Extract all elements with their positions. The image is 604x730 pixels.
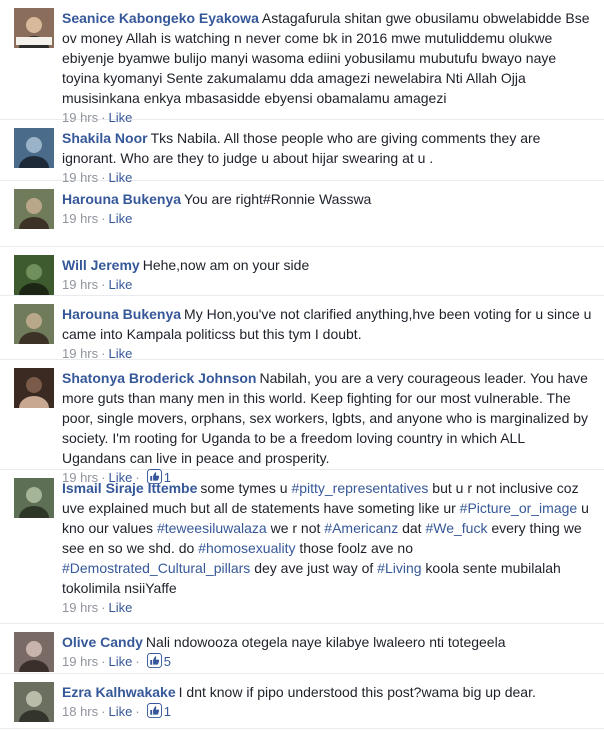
reaction-count-value: 5 <box>163 654 171 669</box>
comment-item: Will Jeremy Hehe,now am on your side 19 hr… <box>0 247 604 296</box>
comment-author-link[interactable]: Seanice Kabongeko Eyakowa <box>62 10 259 26</box>
comment-author-link[interactable]: Ezra Kalhwakake <box>62 684 176 700</box>
comment-item: Harouna Bukenya You are right#Ronnie Wass… <box>0 181 604 247</box>
comment-content: Ezra Kalhwakake I dnt know if pipo unders… <box>62 682 592 702</box>
like-button[interactable]: Like <box>108 211 132 226</box>
comment-timestamp[interactable]: 19 hrs <box>62 654 98 669</box>
hashtag-link[interactable]: #Living <box>377 560 421 576</box>
separator-dot: · <box>101 346 106 361</box>
like-button[interactable]: Like <box>108 346 132 361</box>
comment-body: Will Jeremy Hehe,now am on your side 19 hr… <box>62 255 604 294</box>
hashtag-link[interactable]: #homosexuality <box>198 540 295 556</box>
comment-content: Olive Candy Nali ndowooza otegela naye ki… <box>62 632 592 652</box>
comment-content: Will Jeremy Hehe,now am on your side <box>62 255 592 275</box>
comment-content: Harouna Bukenya My Hon,you've not clarifi… <box>62 304 592 344</box>
avatar[interactable] <box>14 255 54 295</box>
comment-body: Ezra Kalhwakake I dnt know if pipo unders… <box>62 682 604 721</box>
comment-meta: 19 hrs · Like <box>62 599 592 617</box>
comment-item: Seanice Kabongeko Eyakowa Astagafurula sh… <box>0 0 604 125</box>
avatar[interactable] <box>14 368 54 408</box>
comment-item: Harouna Bukenya My Hon,you've not clarifi… <box>0 296 604 363</box>
comment-text: Nali ndowooza otegela naye kilabye lwale… <box>145 634 506 650</box>
comment-text: some tymes u <box>200 480 292 496</box>
comment-author-link[interactable]: Shakila Noor <box>62 130 148 146</box>
comment-content: Harouna Bukenya You are right#Ronnie Wass… <box>62 189 592 209</box>
avatar[interactable] <box>14 682 54 722</box>
comment-meta: 19 hrs · Like <box>62 276 592 294</box>
comment-author-link[interactable]: Harouna Bukenya <box>62 191 181 207</box>
separator-dot: · <box>135 654 140 669</box>
comment-body: Olive Candy Nali ndowooza otegela naye ki… <box>62 632 604 671</box>
comment-body: Ismail Siraje Ittembe some tymes u #pitty… <box>62 478 604 617</box>
hashtag-link[interactable]: #Picture_or_image <box>460 500 578 516</box>
comment-item: Shatonya Broderick Johnson Nabilah, you a… <box>0 360 604 485</box>
comment-item: Olive Candy Nali ndowooza otegela naye ki… <box>0 624 604 674</box>
comment-timestamp[interactable]: 18 hrs <box>62 704 98 719</box>
hashtag-link[interactable]: #We_fuck <box>425 520 487 536</box>
like-button[interactable]: Like <box>108 600 132 615</box>
comment-text: dey ave just way of <box>250 560 378 576</box>
comment-author-link[interactable]: Harouna Bukenya <box>62 306 181 322</box>
thumbs-up-icon <box>146 703 164 721</box>
comment-text: Hehe,now am on your side <box>142 257 310 273</box>
separator-dot: · <box>101 277 106 292</box>
comment-text: I dnt know if pipo understood this post?… <box>178 684 536 700</box>
comment-meta: 19 hrs · Like <box>62 210 592 228</box>
comment-author-link[interactable]: Will Jeremy <box>62 257 140 273</box>
separator-dot: · <box>135 704 140 719</box>
hashtag-link[interactable]: #Demostrated_Cultural_pillars <box>62 560 250 576</box>
like-button[interactable]: Like <box>108 277 132 292</box>
comment-author-link[interactable]: Ismail Siraje Ittembe <box>62 480 197 496</box>
comment-timestamp[interactable]: 19 hrs <box>62 277 98 292</box>
avatar[interactable] <box>14 304 54 344</box>
comment-timestamp[interactable]: 19 hrs <box>62 346 98 361</box>
comment-meta: 19 hrs · Like · 5 <box>62 653 592 671</box>
comment-text: dat <box>398 520 426 536</box>
comment-content: Shakila Noor Tks Nabila. All those people… <box>62 128 592 168</box>
separator-dot: · <box>101 654 106 669</box>
like-button[interactable]: Like <box>108 704 132 719</box>
hashtag-link[interactable]: #pitty_representatives <box>291 480 428 496</box>
comment-body: Harouna Bukenya You are right#Ronnie Wass… <box>62 189 604 228</box>
separator-dot: · <box>101 600 106 615</box>
avatar[interactable] <box>14 478 54 518</box>
comment-item: Shakila Noor Tks Nabila. All those people… <box>0 120 604 185</box>
comment-item: Ezra Kalhwakake I dnt know if pipo unders… <box>0 674 604 729</box>
comment-item: Ismail Siraje Ittembe some tymes u #pitty… <box>0 470 604 624</box>
separator-dot: · <box>101 704 106 719</box>
comment-text: we r not <box>266 520 325 536</box>
avatar[interactable] <box>14 8 54 48</box>
avatar[interactable] <box>14 189 54 229</box>
avatar[interactable] <box>14 632 54 672</box>
reaction-count[interactable]: 1 <box>146 703 171 721</box>
comment-content: Ismail Siraje Ittembe some tymes u #pitty… <box>62 478 592 598</box>
comment-author-link[interactable]: Shatonya Broderick Johnson <box>62 370 256 386</box>
comment-content: Shatonya Broderick Johnson Nabilah, you a… <box>62 368 592 468</box>
comment-meta: 18 hrs · Like · 1 <box>62 703 592 721</box>
comment-timestamp[interactable]: 19 hrs <box>62 211 98 226</box>
comment-timestamp[interactable]: 19 hrs <box>62 600 98 615</box>
comment-text: those foolz ave no <box>295 540 414 556</box>
comment-body: Seanice Kabongeko Eyakowa Astagafurula sh… <box>62 8 604 127</box>
comment-body: Shakila Noor Tks Nabila. All those people… <box>62 128 604 187</box>
comment-body: Harouna Bukenya My Hon,you've not clarifi… <box>62 304 604 363</box>
separator-dot: · <box>101 211 106 226</box>
reaction-count-value: 1 <box>163 704 171 719</box>
comment-feed: Seanice Kabongeko Eyakowa Astagafurula sh… <box>0 0 604 729</box>
hashtag-link[interactable]: #Americanz <box>324 520 398 536</box>
avatar[interactable] <box>14 128 54 168</box>
like-button[interactable]: Like <box>108 654 132 669</box>
reaction-count[interactable]: 5 <box>146 653 171 671</box>
hashtag-link[interactable]: #teweesiluwalaza <box>157 520 267 536</box>
comment-content: Seanice Kabongeko Eyakowa Astagafurula sh… <box>62 8 592 108</box>
comment-text: You are right#Ronnie Wasswa <box>184 191 372 207</box>
thumbs-up-icon <box>146 653 164 671</box>
comment-author-link[interactable]: Olive Candy <box>62 634 143 650</box>
